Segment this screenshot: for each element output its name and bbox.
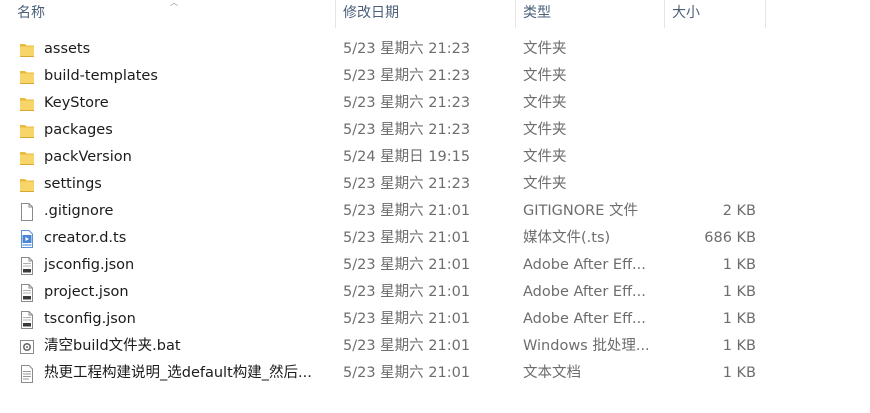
json-file-icon <box>19 257 35 275</box>
file-row[interactable]: packVersion 5/24 星期日 19:15 文件夹 <box>0 144 870 171</box>
file-modified-date: 5/23 星期六 21:23 <box>343 41 471 57</box>
folder-icon <box>19 149 35 167</box>
file-type: 文件夹 <box>523 122 567 138</box>
file-name: jsconfig.json <box>44 257 135 273</box>
file-name: .gitignore <box>44 203 114 219</box>
column-header-size[interactable]: 大小 <box>665 0 765 28</box>
file-type: Adobe After Eff... <box>523 257 646 273</box>
file-row[interactable]: packages 5/23 星期六 21:23 文件夹 <box>0 117 870 144</box>
file-type: 文件夹 <box>523 149 567 165</box>
file-size <box>666 171 756 198</box>
file-name: assets <box>44 41 91 57</box>
file-name: 热更工程构建说明_选default构建_然后... <box>44 365 312 381</box>
file-type: 文件夹 <box>523 41 567 57</box>
file-type: Windows 批处理... <box>523 338 650 354</box>
file-type: 文本文档 <box>523 365 581 381</box>
file-size <box>666 144 756 171</box>
column-header-type[interactable]: 类型 <box>516 0 664 28</box>
file-modified-date: 5/23 星期六 21:23 <box>343 68 471 84</box>
file-type: 文件夹 <box>523 68 567 84</box>
file-name: packages <box>44 122 113 138</box>
file-modified-date: 5/23 星期六 21:23 <box>343 122 471 138</box>
file-row[interactable]: assets 5/23 星期六 21:23 文件夹 <box>0 36 870 63</box>
folder-icon <box>19 41 35 59</box>
file-name: build-templates <box>44 68 158 84</box>
file-size <box>666 36 756 63</box>
file-modified-date: 5/23 星期六 21:23 <box>343 176 471 192</box>
file-row[interactable]: build-templates 5/23 星期六 21:23 文件夹 <box>0 63 870 90</box>
batch-file-icon <box>19 338 35 356</box>
file-type: 文件夹 <box>523 176 567 192</box>
folder-icon <box>19 68 35 86</box>
file-name: 清空build文件夹.bat <box>44 338 181 354</box>
file-modified-date: 5/24 星期日 19:15 <box>343 149 471 165</box>
file-size <box>666 117 756 144</box>
video-file-icon <box>19 230 35 248</box>
file-explorer: ︿ 名称 修改日期 类型 大小 assets 5/23 星期六 21:23 文件夹 b… <box>0 0 870 413</box>
file-size: 1 KB <box>722 257 756 273</box>
column-header-bar: ︿ 名称 修改日期 类型 大小 <box>0 0 870 28</box>
json-file-icon <box>19 311 35 329</box>
file-size: 1 KB <box>722 311 756 327</box>
folder-icon <box>19 95 35 113</box>
file-modified-date: 5/23 星期六 21:01 <box>343 338 471 354</box>
file-modified-date: 5/23 星期六 21:23 <box>343 95 471 111</box>
file-type: 媒体文件(.ts) <box>523 230 611 246</box>
text-file-icon <box>19 365 35 383</box>
file-type: Adobe After Eff... <box>523 284 646 300</box>
file-type: GITIGNORE 文件 <box>523 203 638 219</box>
file-list: assets 5/23 星期六 21:23 文件夹 build-templates 5/… <box>0 36 870 387</box>
file-type: 文件夹 <box>523 95 567 111</box>
file-size <box>666 90 756 117</box>
file-row[interactable]: 热更工程构建说明_选default构建_然后... 5/23 星期六 21:01 文… <box>0 360 870 387</box>
column-divider[interactable] <box>765 0 766 28</box>
file-row[interactable]: tsconfig.json 5/23 星期六 21:01 Adobe After E… <box>0 306 870 333</box>
json-file-icon <box>19 284 35 302</box>
file-size: 686 KB <box>704 230 756 246</box>
file-name: creator.d.ts <box>44 230 127 246</box>
file-modified-date: 5/23 星期六 21:01 <box>343 311 471 327</box>
file-row[interactable]: 清空build文件夹.bat 5/23 星期六 21:01 Windows 批处理.… <box>0 333 870 360</box>
file-modified-date: 5/23 星期六 21:01 <box>343 284 471 300</box>
file-row[interactable]: jsconfig.json 5/23 星期六 21:01 Adobe After E… <box>0 252 870 279</box>
file-row[interactable]: .gitignore 5/23 星期六 21:01 GITIGNORE 文件 2 KB <box>0 198 870 225</box>
folder-icon <box>19 122 35 140</box>
file-name: packVersion <box>44 149 132 165</box>
file-name: project.json <box>44 284 129 300</box>
file-type: Adobe After Eff... <box>523 311 646 327</box>
file-modified-date: 5/23 星期六 21:01 <box>343 257 471 273</box>
file-row[interactable]: project.json 5/23 星期六 21:01 Adobe After Ef… <box>0 279 870 306</box>
file-name: KeyStore <box>44 95 109 111</box>
column-header-name[interactable]: 名称 <box>10 0 335 28</box>
file-size: 2 KB <box>722 203 756 219</box>
file-size: 1 KB <box>722 338 756 354</box>
folder-icon <box>19 176 35 194</box>
file-modified-date: 5/23 星期六 21:01 <box>343 230 471 246</box>
blank-file-icon <box>19 203 35 221</box>
column-header-date[interactable]: 修改日期 <box>336 0 515 28</box>
file-size: 1 KB <box>722 365 756 381</box>
file-modified-date: 5/23 星期六 21:01 <box>343 203 471 219</box>
file-row[interactable]: creator.d.ts 5/23 星期六 21:01 媒体文件(.ts) 686 K… <box>0 225 870 252</box>
file-name: tsconfig.json <box>44 311 136 327</box>
file-size: 1 KB <box>722 284 756 300</box>
file-name: settings <box>44 176 102 192</box>
file-row[interactable]: settings 5/23 星期六 21:23 文件夹 <box>0 171 870 198</box>
file-row[interactable]: KeyStore 5/23 星期六 21:23 文件夹 <box>0 90 870 117</box>
file-modified-date: 5/23 星期六 21:01 <box>343 365 471 381</box>
file-size <box>666 63 756 90</box>
